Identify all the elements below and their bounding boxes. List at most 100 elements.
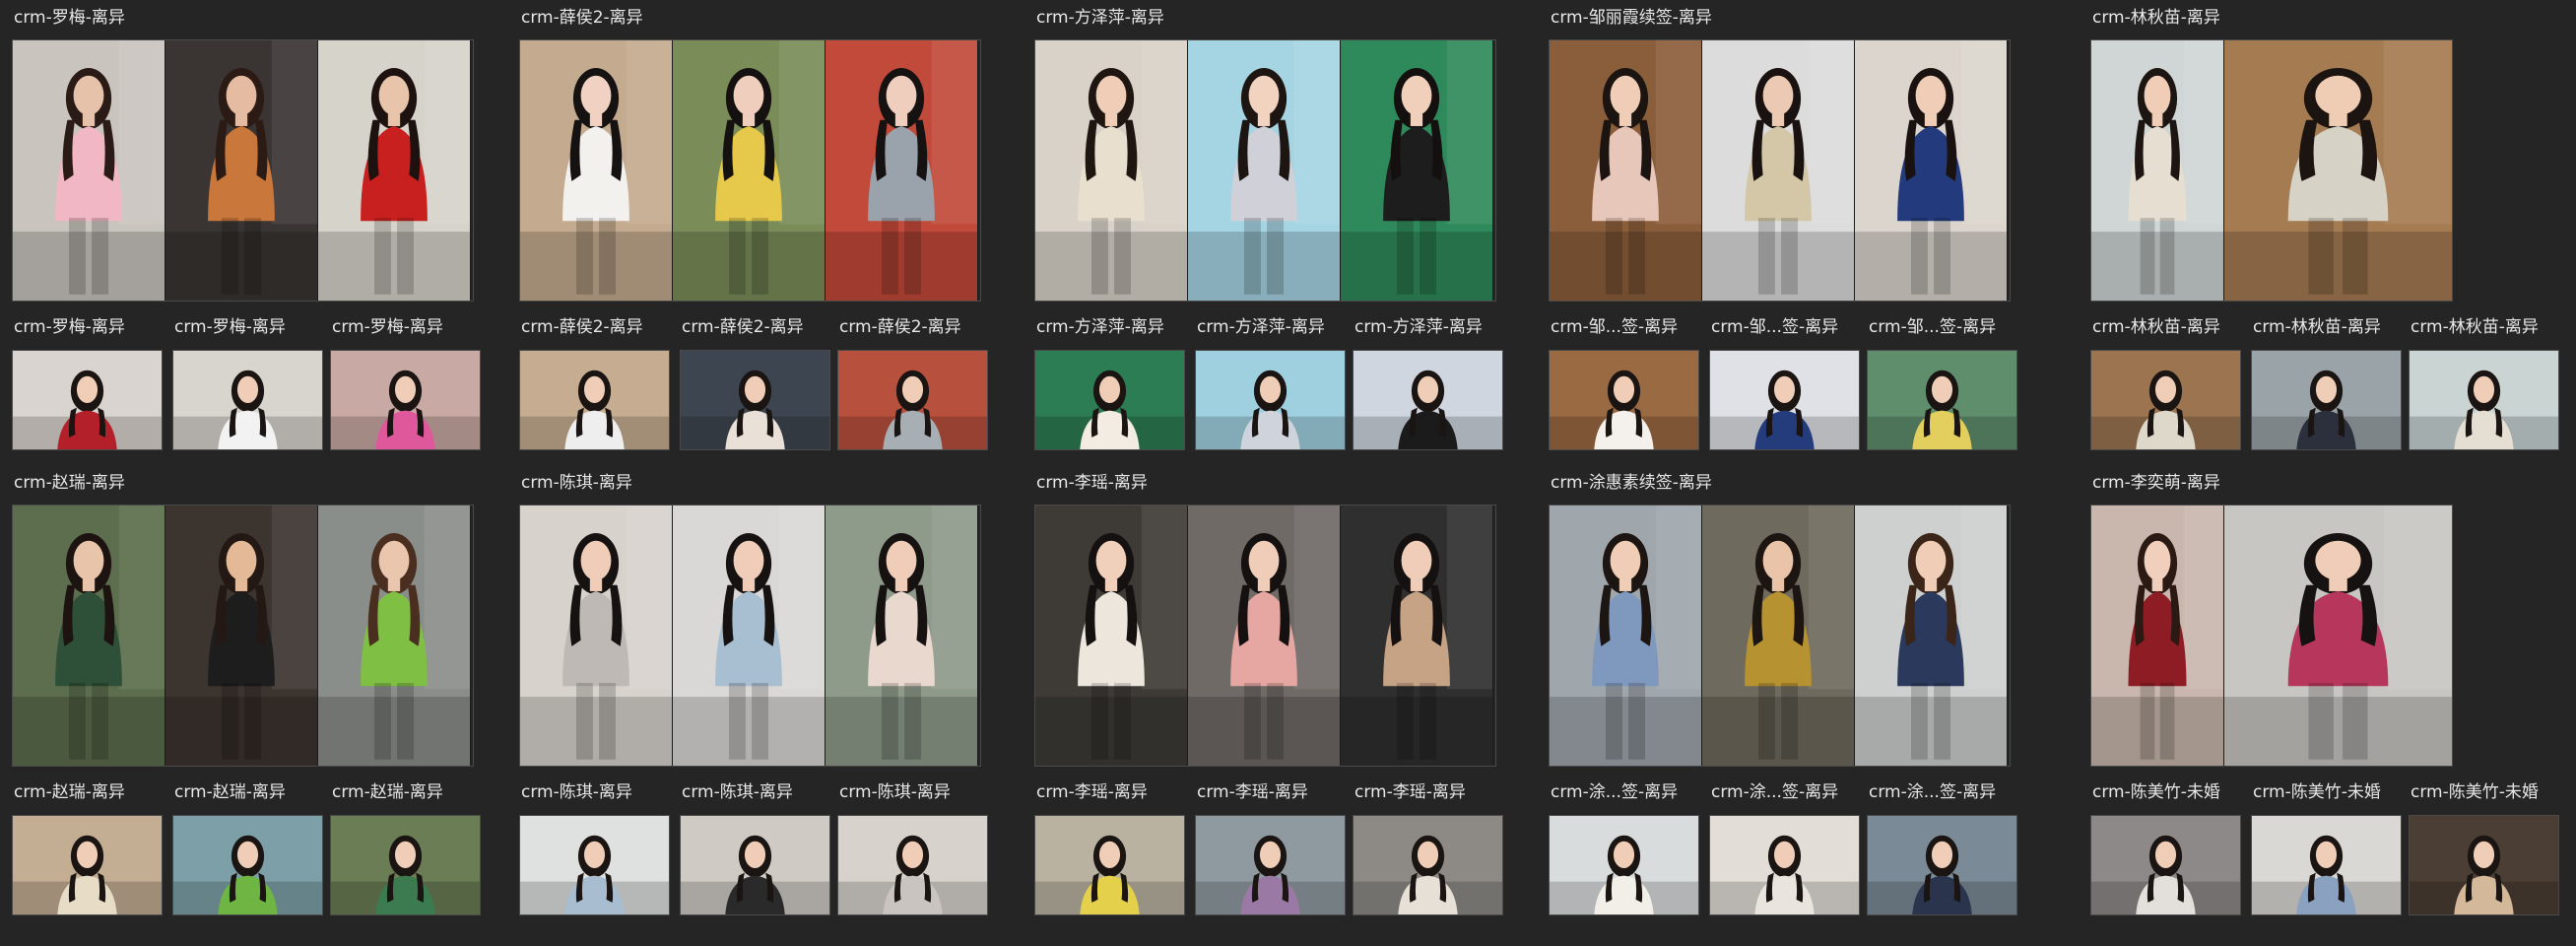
photo-graphic [1341,40,1492,301]
thumbnail-caption[interactable]: crm-涂...签-离异 [1711,782,1870,802]
collage-title[interactable]: crm-林秋苗-离异 [2092,8,2555,28]
thumbnail-caption[interactable]: crm-邹...签-离异 [1869,317,2027,337]
thumbnail-caption[interactable]: crm-邹...签-离异 [1551,317,1709,337]
thumbnail-caption[interactable]: crm-陈琪-离异 [682,782,840,802]
photo-thumbnail[interactable] [1709,815,1860,915]
thumbnail-caption[interactable]: crm-李瑶-离异 [1036,782,1195,802]
photo-thumbnail[interactable] [2409,350,2559,450]
photo-thumbnail[interactable] [680,815,830,915]
collage-photo [13,506,165,766]
thumbnail-caption[interactable]: crm-林秋苗-离异 [2411,317,2569,337]
collage-thumbnail[interactable] [1549,39,2011,302]
photo-graphic [1341,506,1492,766]
photo-thumbnail[interactable] [2090,815,2241,915]
photo-graphic [2224,40,2452,301]
collage-thumbnail[interactable] [12,39,474,302]
photo-thumbnail[interactable] [519,815,670,915]
photo-graphic [2410,816,2558,914]
thumbnail-caption[interactable]: crm-涂...签-离异 [1869,782,2027,802]
photo-thumbnail[interactable] [172,815,323,915]
photo-thumbnail[interactable] [837,815,988,915]
photo-thumbnail[interactable] [1353,350,1503,450]
collage-title[interactable]: crm-罗梅-离异 [14,8,477,28]
photo-thumbnail[interactable] [2090,350,2241,450]
photo-thumbnail[interactable] [1034,815,1185,915]
collage-thumbnail[interactable] [1549,505,2011,767]
thumbnail-caption[interactable]: crm-赵瑞-离异 [332,782,491,802]
thumbnail-caption[interactable]: crm-赵瑞-离异 [174,782,333,802]
collage-thumbnail[interactable] [2090,505,2453,767]
photo-graphic [1710,816,1859,914]
photo-graphic [13,40,165,301]
photo-thumbnail[interactable] [1353,815,1503,915]
collage-title[interactable]: crm-李奕萌-离异 [2092,473,2555,493]
collage-title[interactable]: crm-李瑶-离异 [1036,473,1499,493]
photo-thumbnail[interactable] [680,350,830,450]
photo-thumbnail[interactable] [519,350,670,450]
photo-thumbnail[interactable] [1867,815,2017,915]
collage-thumbnail[interactable] [1034,505,1496,767]
collage-photo [520,40,673,301]
photo-thumbnail[interactable] [1709,350,1860,450]
photo-graphic [520,351,669,449]
collage-photo [1341,506,1493,766]
collage-title[interactable]: crm-陈琪-离异 [521,473,984,493]
thumbnail-caption[interactable]: crm-方泽萍-离异 [1197,317,1355,337]
collage-thumbnail[interactable] [2090,39,2453,302]
thumbnail-caption[interactable]: crm-赵瑞-离异 [14,782,172,802]
thumbnail-caption[interactable]: crm-薛侯2-离异 [839,317,998,337]
thumbnail-caption[interactable]: crm-陈美竹-未婚 [2092,782,2251,802]
collage-thumbnail[interactable] [519,39,981,302]
thumbnail-caption[interactable]: crm-陈琪-离异 [839,782,998,802]
thumbnail-caption[interactable]: crm-陈琪-离异 [521,782,680,802]
thumbnail-caption[interactable]: crm-李瑶-离异 [1354,782,1513,802]
photo-thumbnail[interactable] [1195,350,1346,450]
photo-thumbnail[interactable] [2251,350,2402,450]
photo-graphic [826,506,977,766]
photo-graphic [1550,506,1701,766]
thumbnail-caption[interactable]: crm-罗梅-离异 [14,317,172,337]
thumbnail-caption[interactable]: crm-李瑶-离异 [1197,782,1355,802]
thumbnail-caption[interactable]: crm-邹...签-离异 [1711,317,1870,337]
photo-thumbnail[interactable] [12,350,163,450]
collage-title[interactable]: crm-涂惠素续签-离异 [1551,473,2014,493]
thumbnail-caption[interactable]: crm-薛侯2-离异 [682,317,840,337]
collage-photo [318,40,471,301]
thumbnail-caption[interactable]: crm-方泽萍-离异 [1354,317,1513,337]
photo-thumbnail[interactable] [12,815,163,915]
thumbnail-caption[interactable]: crm-林秋苗-离异 [2253,317,2411,337]
thumbnail-caption[interactable]: crm-罗梅-离异 [174,317,333,337]
photo-graphic [1035,40,1187,301]
collage-title[interactable]: crm-赵瑞-离异 [14,473,477,493]
photo-thumbnail[interactable] [1867,350,2017,450]
thumbnail-caption[interactable]: crm-林秋苗-离异 [2092,317,2251,337]
photo-thumbnail[interactable] [1549,350,1699,450]
collage-thumbnail[interactable] [1034,39,1496,302]
photo-thumbnail[interactable] [1549,815,1699,915]
photo-graphic [826,40,977,301]
thumbnail-caption[interactable]: crm-陈美竹-未婚 [2411,782,2569,802]
thumbnail-caption[interactable]: crm-罗梅-离异 [332,317,491,337]
thumbnail-caption[interactable]: crm-陈美竹-未婚 [2253,782,2411,802]
photo-thumbnail[interactable] [2251,815,2402,915]
photo-thumbnail[interactable] [837,350,988,450]
photo-thumbnail[interactable] [172,350,323,450]
collage-photo [826,40,978,301]
collage-title[interactable]: crm-薛侯2-离异 [521,8,984,28]
thumbnail-caption[interactable]: crm-方泽萍-离异 [1036,317,1195,337]
collage-thumbnail[interactable] [519,505,981,767]
thumbnail-caption[interactable]: crm-涂...签-离异 [1551,782,1709,802]
photo-thumbnail[interactable] [2409,815,2559,915]
photo-thumbnail[interactable] [1195,815,1346,915]
collage-title[interactable]: crm-邹丽霞续签-离异 [1551,8,2014,28]
collage-thumbnail[interactable] [12,505,474,767]
collage-photo [2224,40,2452,301]
photo-graphic [1710,351,1859,449]
collage-photo [318,506,471,766]
photo-thumbnail[interactable] [1034,350,1185,450]
photo-graphic [673,40,825,301]
thumbnail-caption[interactable]: crm-薛侯2-离异 [521,317,680,337]
photo-thumbnail[interactable] [330,350,481,450]
photo-thumbnail[interactable] [330,815,481,915]
collage-title[interactable]: crm-方泽萍-离异 [1036,8,1499,28]
